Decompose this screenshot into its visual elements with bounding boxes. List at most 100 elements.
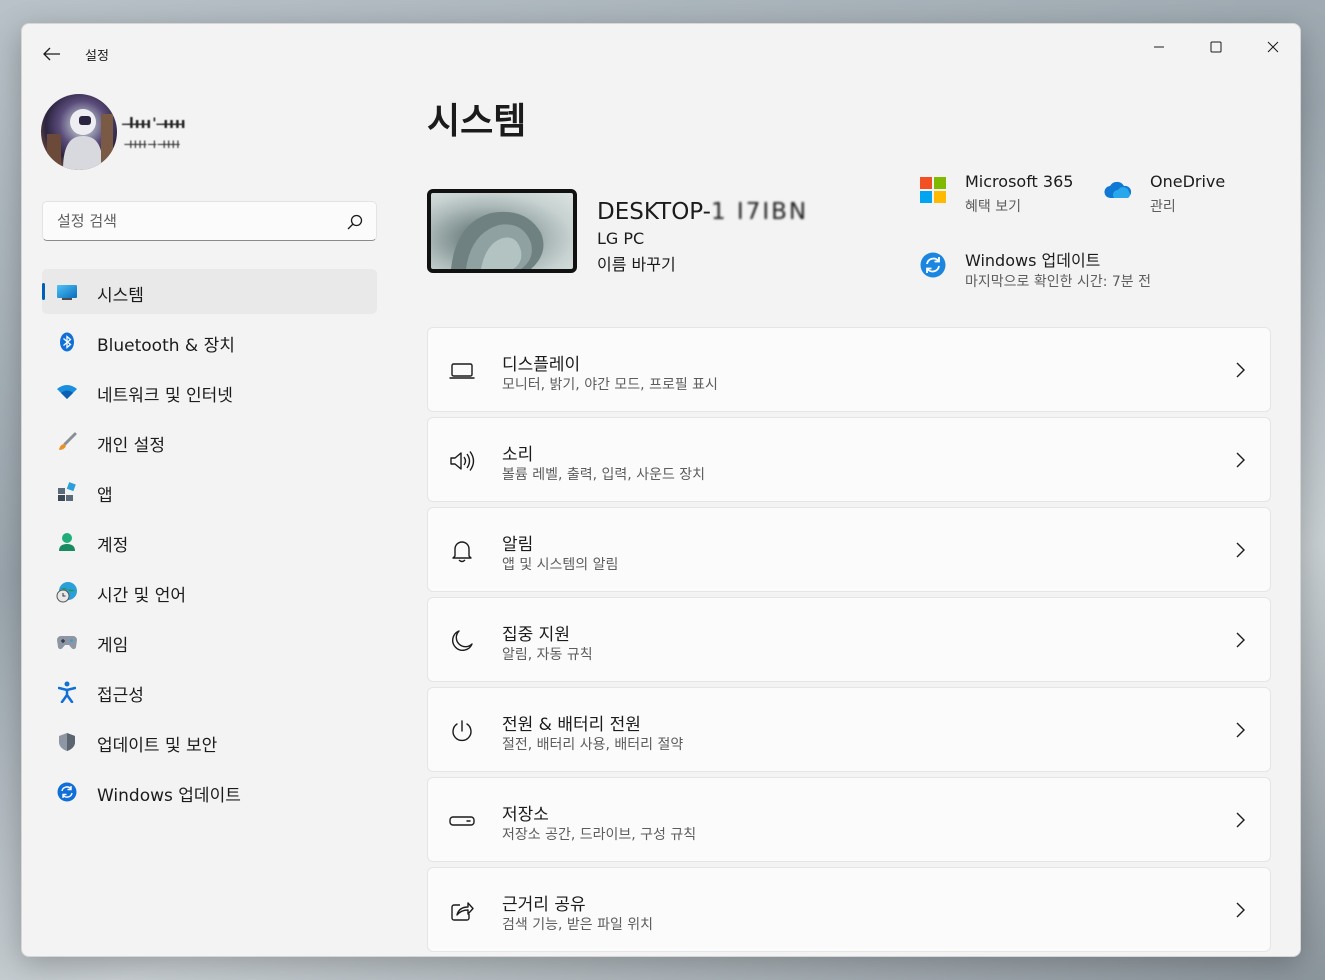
device-name: DESKTOP-1 I7IBN	[597, 199, 808, 225]
device-info: DESKTOP-1 I7IBN LG PC 이름 바꾸기	[427, 189, 897, 279]
sidebar-item-network[interactable]: 네트워크 및 인터넷	[42, 369, 377, 414]
sidebar-item-label: 시간 및 언어	[97, 586, 187, 606]
windows-update-tile[interactable]: Windows 업데이트 마지막으로 확인한 시간: 7분 전	[919, 247, 1219, 297]
setting-subtitle: 절전, 배터리 사용, 배터리 절약	[502, 737, 684, 753]
sidebar-nav: 시스템 Bluetooth & 장치 네트워크 및 인터넷 개인 설정 앱 계정…	[42, 269, 377, 819]
settings-list: 디스플레이 모니터, 밝기, 야간 모드, 프로필 표시 소리 볼륨 레벨, 출…	[427, 327, 1271, 956]
settings-search	[42, 201, 377, 241]
tile-title: OneDrive	[1150, 172, 1226, 191]
setting-storage[interactable]: 저장소 저장소 공간, 드라이브, 구성 규칙	[427, 777, 1271, 862]
tile-subtitle: 마지막으로 확인한 시간: 7분 전	[965, 274, 1151, 290]
sidebar-item-accounts[interactable]: 계정	[42, 519, 377, 564]
setting-display[interactable]: 디스플레이 모니터, 밝기, 야간 모드, 프로필 표시	[427, 327, 1271, 412]
sidebar-item-gaming[interactable]: 게임	[42, 619, 377, 664]
setting-title: 전원 & 배터리 전원	[502, 715, 641, 735]
setting-title: 저장소	[502, 805, 549, 825]
tile-title: Microsoft 365	[965, 172, 1074, 191]
power-icon	[449, 718, 475, 744]
setting-power-battery[interactable]: 전원 & 배터리 전원 절전, 배터리 사용, 배터리 절약	[427, 687, 1271, 772]
maximize-icon	[1210, 41, 1222, 53]
sidebar-item-windows-update[interactable]: Windows 업데이트	[42, 769, 377, 814]
setting-title: 소리	[502, 445, 534, 465]
sidebar-item-label: 시스템	[97, 286, 144, 306]
user-profile[interactable]: l̶ı̶ı̶ı̶' ı̶ı̶ı̶ı̶ ı̶ı̶ı̶ı̶ ı̶ ı̶ı̶ı̶ı̶	[41, 94, 381, 174]
setting-title: 알림	[502, 535, 534, 555]
sidebar-item-bluetooth[interactable]: Bluetooth & 장치	[42, 319, 377, 364]
setting-subtitle: 모니터, 밝기, 야간 모드, 프로필 표시	[502, 377, 718, 393]
app-title: 설정	[85, 49, 109, 64]
title-bar: 설정	[22, 24, 1300, 80]
account-icon	[56, 531, 78, 553]
setting-focus-assist[interactable]: 집중 지원 알림, 자동 규칙	[427, 597, 1271, 682]
globe-clock-icon	[56, 581, 78, 603]
sidebar-item-time-language[interactable]: 시간 및 언어	[42, 569, 377, 614]
sidebar-item-label: 계정	[97, 536, 129, 556]
sidebar-item-label: Bluetooth & 장치	[97, 336, 235, 356]
user-email: ı̶ı̶ı̶ı̶ ı̶ ı̶ı̶ı̶ı̶	[129, 137, 181, 152]
device-model: LG PC	[597, 229, 645, 248]
setting-subtitle: 검색 기능, 받은 파일 위치	[502, 917, 654, 933]
windows-update-icon	[919, 251, 947, 279]
moon-icon	[449, 628, 475, 654]
rename-link[interactable]: 이름 바꾸기	[597, 251, 676, 275]
close-icon	[1267, 41, 1279, 53]
sidebar-item-update-security[interactable]: 업데이트 및 보안	[42, 719, 377, 764]
apps-icon	[56, 481, 78, 503]
device-name-prefix: DESKTOP-	[597, 199, 711, 225]
shield-icon	[56, 731, 78, 753]
back-arrow-icon	[43, 47, 60, 61]
sidebar-item-accessibility[interactable]: 접근성	[42, 669, 377, 714]
minimize-button[interactable]	[1136, 30, 1182, 64]
avatar[interactable]	[41, 94, 117, 170]
back-button[interactable]	[36, 40, 68, 68]
close-button[interactable]	[1250, 30, 1296, 64]
chevron-right-icon	[1236, 362, 1245, 378]
setting-subtitle: 앱 및 시스템의 알림	[502, 557, 619, 573]
device-name-masked: 1 I7IBN	[710, 199, 809, 225]
sidebar-item-label: 앱	[97, 486, 113, 506]
chevron-right-icon	[1236, 812, 1245, 828]
sidebar-item-label: 업데이트 및 보안	[97, 736, 218, 756]
setting-subtitle: 알림, 자동 규칙	[502, 647, 593, 663]
setting-title: 근거리 공유	[502, 895, 586, 915]
setting-notifications[interactable]: 알림 앱 및 시스템의 알림	[427, 507, 1271, 592]
maximize-button[interactable]	[1193, 30, 1239, 64]
microsoft-365-tile[interactable]: Microsoft 365 혜택 보기	[919, 172, 1089, 222]
user-name: l̶ı̶ı̶ı̶' ı̶ı̶ı̶ı̶	[129, 116, 187, 132]
wifi-icon	[56, 381, 78, 403]
sidebar-item-personalization[interactable]: 개인 설정	[42, 419, 377, 464]
tile-title: Windows 업데이트	[965, 251, 1101, 270]
setting-sound[interactable]: 소리 볼륨 레벨, 출력, 입력, 사운드 장치	[427, 417, 1271, 502]
display-icon	[449, 358, 475, 384]
search-icon[interactable]	[346, 213, 364, 231]
storage-icon	[449, 808, 475, 834]
onedrive-tile[interactable]: OneDrive 관리	[1104, 172, 1254, 222]
chevron-right-icon	[1236, 632, 1245, 648]
accessibility-icon	[56, 681, 78, 703]
sidebar-item-label: Windows 업데이트	[97, 786, 241, 806]
minimize-icon	[1154, 46, 1164, 48]
onedrive-cloud-icon	[1104, 176, 1132, 204]
gamepad-icon	[56, 631, 78, 653]
system-icon	[56, 281, 78, 303]
search-input[interactable]	[43, 202, 333, 240]
tile-subtitle: 혜택 보기	[965, 199, 1021, 215]
sidebar-item-label: 게임	[97, 636, 129, 656]
tile-subtitle: 관리	[1150, 199, 1176, 215]
avatar-image-icon	[47, 109, 113, 170]
bell-icon	[449, 538, 475, 564]
desktop-wallpaper-thumbnail	[427, 189, 577, 273]
speaker-icon	[449, 448, 475, 474]
setting-nearby-sharing[interactable]: 근거리 공유 검색 기능, 받은 파일 위치	[427, 867, 1271, 952]
wallpaper-bloom-icon	[451, 211, 544, 269]
brush-icon	[56, 431, 78, 453]
setting-subtitle: 볼륨 레벨, 출력, 입력, 사운드 장치	[502, 467, 706, 483]
sidebar-item-system[interactable]: 시스템	[42, 269, 377, 314]
windows-update-icon	[56, 781, 78, 803]
setting-title: 집중 지원	[502, 625, 570, 645]
bluetooth-icon	[56, 331, 78, 353]
chevron-right-icon	[1236, 452, 1245, 468]
settings-window: 설정 l̶ı̶ı̶ı̶' ı̶ı̶ı̶ı̶ ı̶ı̶ı̶ı̶ ı̶ ı̶ı̶ı̶…	[21, 23, 1301, 957]
sidebar-item-apps[interactable]: 앱	[42, 469, 377, 514]
sidebar-item-label: 접근성	[97, 686, 144, 706]
